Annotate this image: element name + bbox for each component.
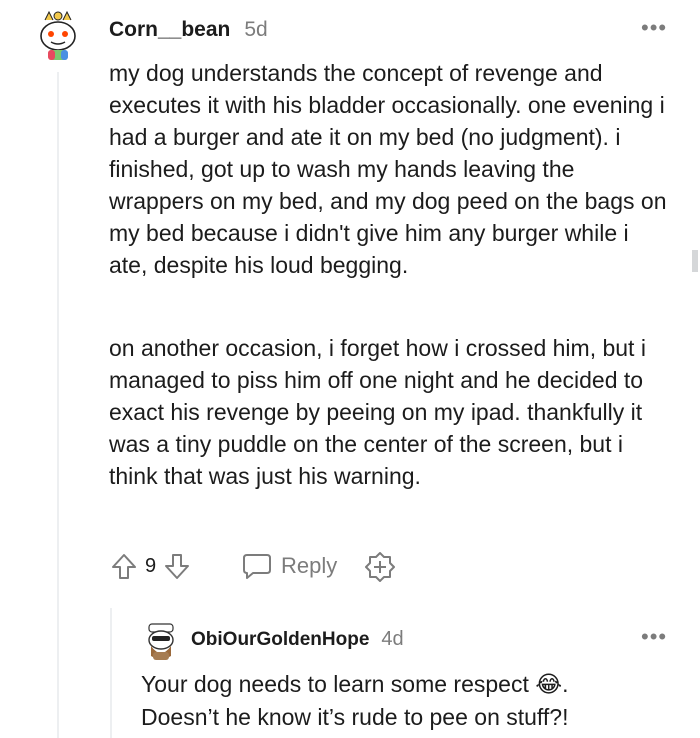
comment-text: on another occasion, i forget how i cros… — [109, 335, 646, 489]
reply-text-line1-end: . — [562, 671, 569, 697]
laughing-emoji-icon: 😂 — [535, 672, 563, 698]
speech-bubble-icon — [243, 554, 271, 579]
reply-button[interactable]: Reply — [241, 551, 337, 581]
vote-score: 9 — [145, 554, 157, 577]
comment-text: my dog understands the concept of reveng… — [109, 60, 667, 278]
plus-badge-icon — [365, 552, 395, 582]
comment-username[interactable]: Corn__bean — [109, 18, 230, 42]
downvote-button[interactable] — [162, 551, 192, 581]
ellipsis-icon: ••• — [641, 624, 668, 649]
upvote-button[interactable] — [109, 551, 139, 581]
snoo-avatar-icon — [148, 623, 174, 660]
snoo-avatar-icon — [40, 10, 76, 60]
thread-line[interactable] — [57, 72, 59, 738]
avatar[interactable] — [143, 622, 179, 662]
reply-timestamp[interactable]: 4d — [381, 628, 403, 651]
scrollbar-thumb[interactable] — [692, 250, 698, 272]
reply-text-line2: Doesn’t he know it’s rude to pee on stuf… — [141, 704, 569, 730]
downvote-arrow-icon — [165, 554, 190, 579]
reply-body: Your dog needs to learn some respect 😂. … — [141, 668, 681, 733]
comment-body-paragraph: my dog understands the concept of reveng… — [109, 57, 669, 281]
more-options-button[interactable]: ••• — [641, 17, 667, 39]
reply-text-line1: Your dog needs to learn some respect — [141, 671, 529, 697]
more-options-button[interactable]: ••• — [641, 626, 667, 648]
ellipsis-icon: ••• — [641, 15, 668, 40]
comment-timestamp[interactable]: 5d — [244, 18, 267, 42]
avatar[interactable] — [37, 6, 79, 62]
reply-username[interactable]: ObiOurGoldenHope — [191, 629, 369, 651]
upvote-arrow-icon — [112, 554, 136, 579]
comment-body-paragraph: on another occasion, i forget how i cros… — [109, 332, 669, 492]
award-button[interactable] — [364, 551, 396, 583]
reply-connector — [110, 608, 112, 738]
reply-label: Reply — [281, 553, 338, 578]
